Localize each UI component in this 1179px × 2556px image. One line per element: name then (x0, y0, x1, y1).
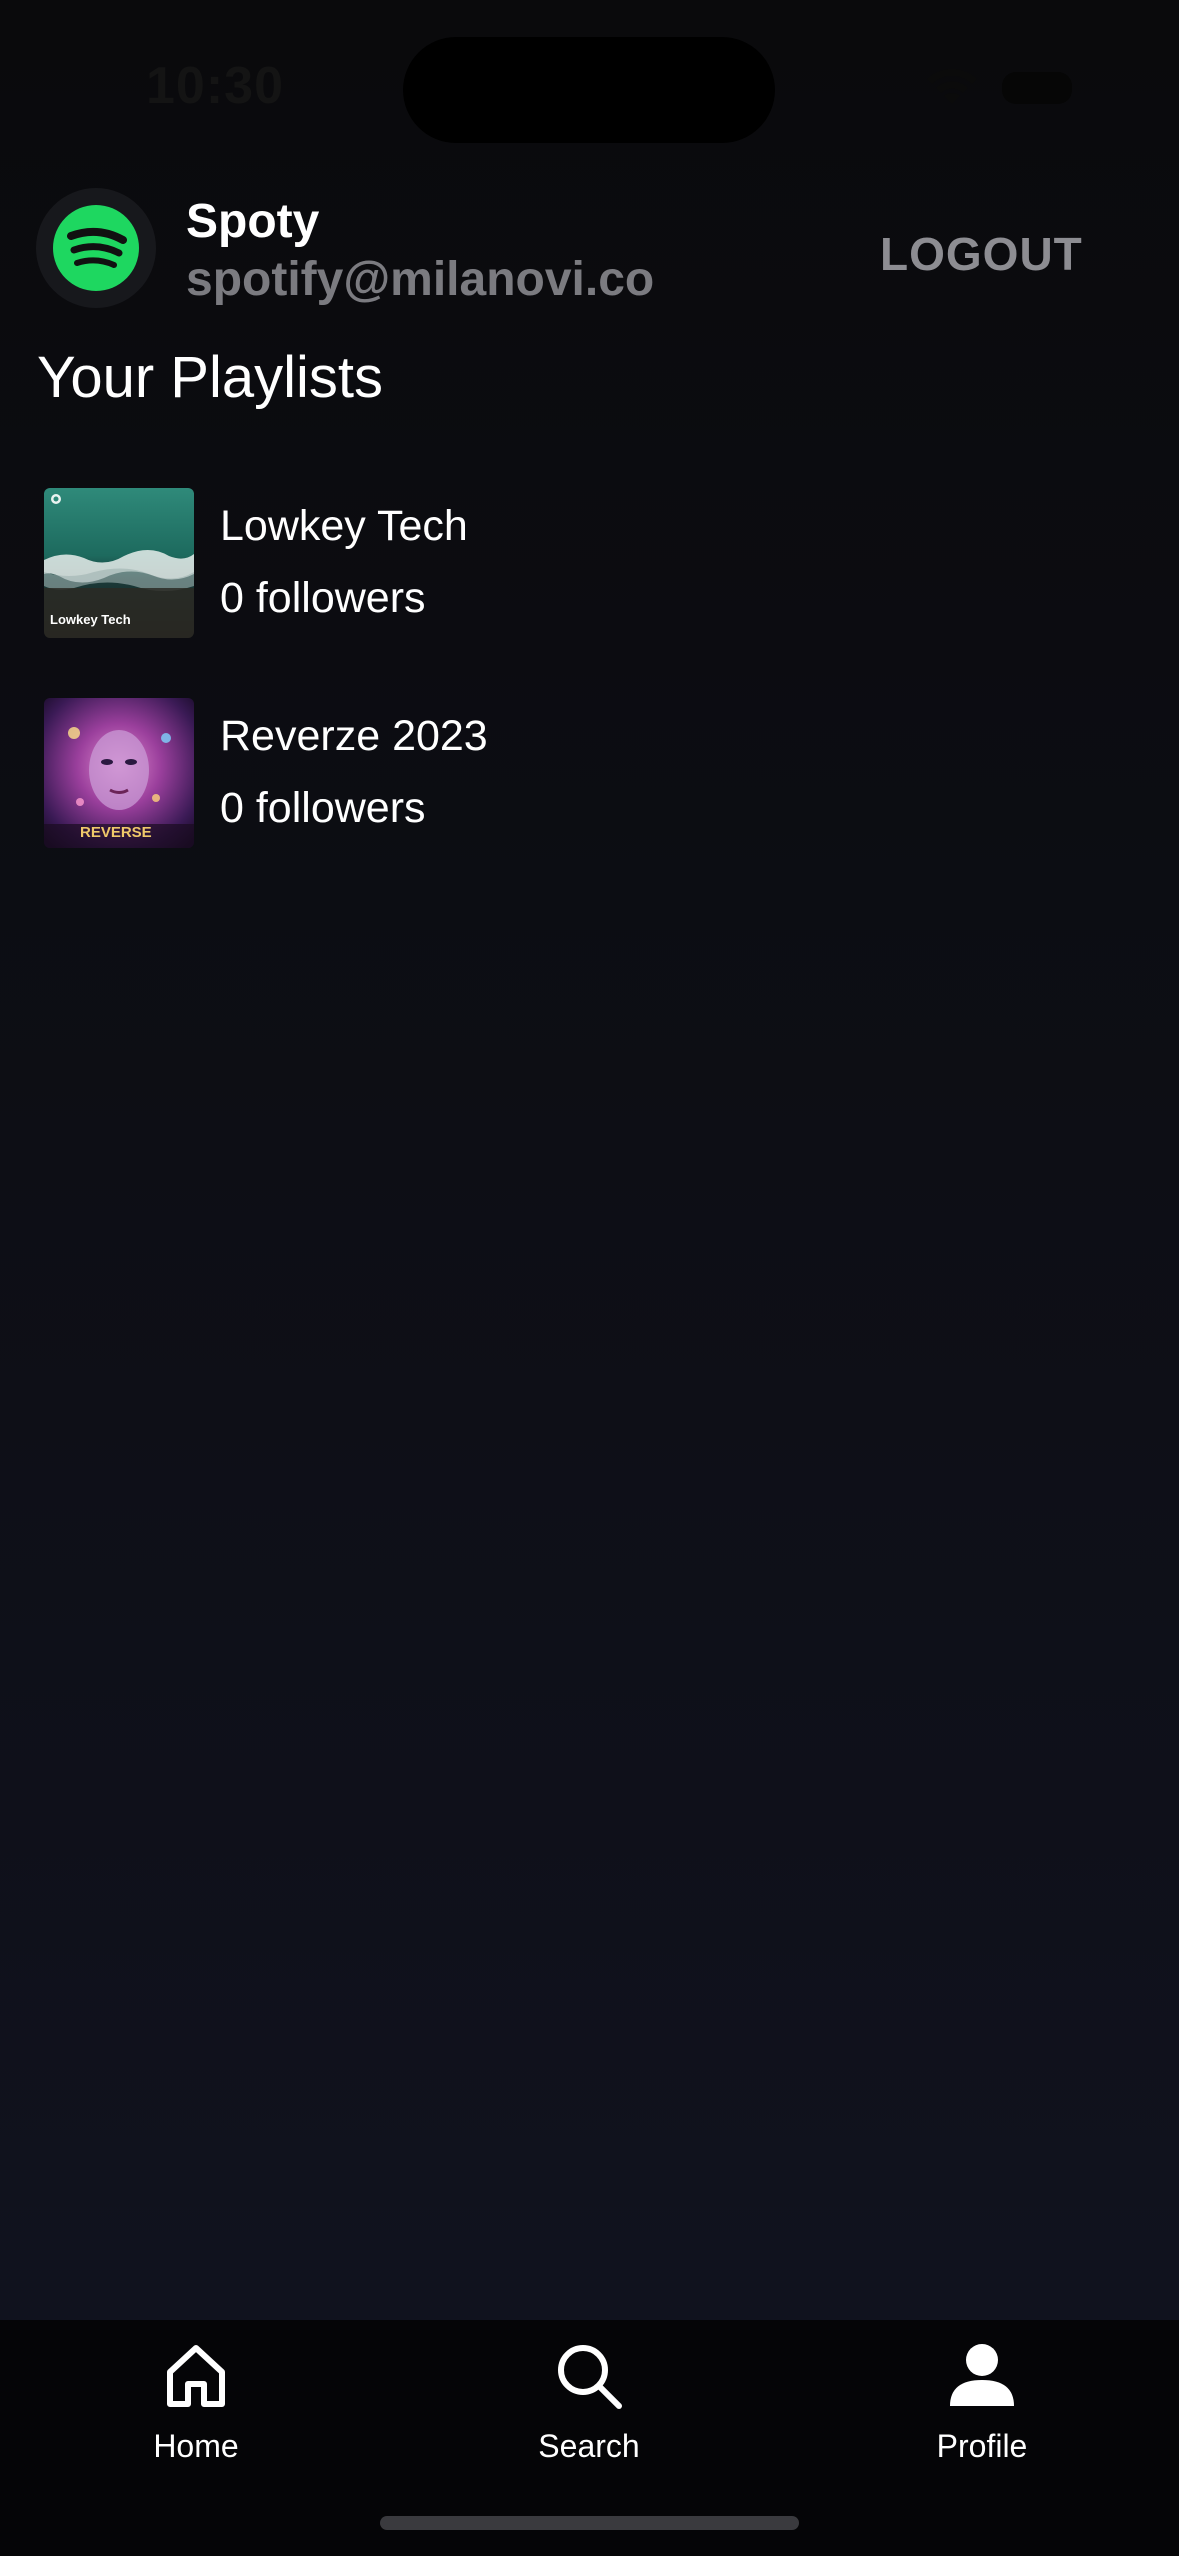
avatar[interactable] (36, 188, 156, 308)
user-name: Spoty (186, 195, 320, 248)
logout-button[interactable]: LOGOUT (880, 214, 1120, 294)
battery-icon (1002, 72, 1072, 104)
playlist-item[interactable]: Lowkey Tech Lowkey Tech 0 followers (40, 480, 1140, 640)
home-indicator (380, 2516, 799, 2530)
profile-header: Spoty spotify@milanovi.co LOGOUT (0, 180, 1179, 310)
dynamic-island (403, 37, 775, 143)
playlist-cover-image: REVERSE (44, 698, 194, 848)
status-time: 10:30 (146, 57, 284, 115)
playlist-item[interactable]: REVERSE Reverze 2023 0 followers (40, 690, 1140, 850)
tab-label: Home (153, 2428, 239, 2464)
tab-search[interactable]: Search (469, 2340, 709, 2490)
playlist-followers: 0 followers (220, 574, 426, 622)
user-email: spotify@milanovi.co (186, 253, 655, 306)
wifi-icon (927, 68, 977, 104)
status-bar: 10:30 (0, 0, 1179, 150)
tab-profile[interactable]: Profile (862, 2340, 1102, 2490)
search-icon (558, 2345, 622, 2409)
cover-caption: Lowkey Tech (50, 612, 131, 627)
playlist-cover-image: Lowkey Tech (44, 488, 194, 638)
home-icon (167, 2345, 225, 2407)
playlist-followers: 0 followers (220, 784, 426, 832)
playlist-name: Reverze 2023 (220, 712, 488, 760)
spotify-logo-icon (53, 205, 139, 291)
profile-icon (950, 2344, 1014, 2406)
playlist-name: Lowkey Tech (220, 502, 468, 550)
tab-home[interactable]: Home (76, 2340, 316, 2490)
section-title: Your Playlists (37, 345, 384, 410)
tab-label: Profile (936, 2428, 1028, 2464)
tab-label: Search (538, 2428, 640, 2464)
cover-caption: REVERSE (80, 824, 152, 841)
